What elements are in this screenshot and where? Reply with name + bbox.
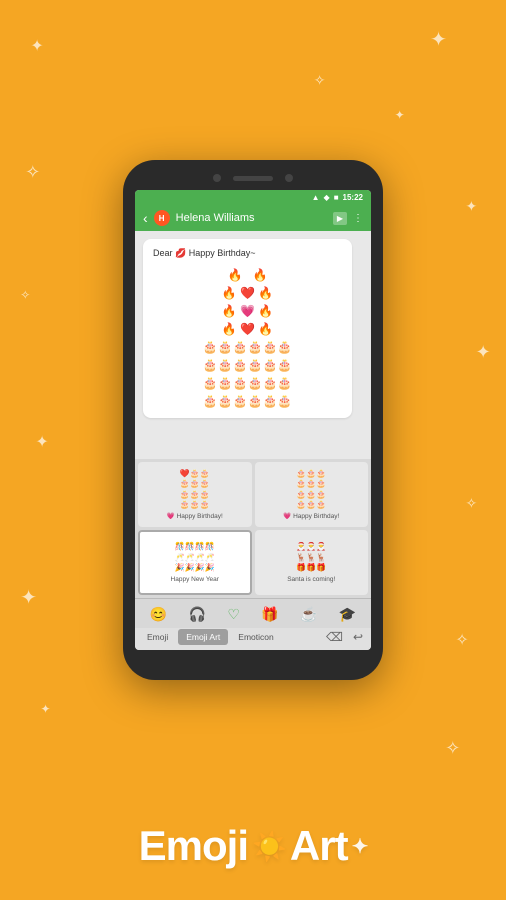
sparkle-decoration: ✦ [40, 702, 50, 716]
sparkle-decoration: ✧ [25, 162, 40, 183]
sparkle-decoration: ✧ [466, 495, 478, 512]
gallery-item-santa[interactable]: 🎅🎅🎅🦌🦌🦌🎁🎁🎁 Santa is coming! [255, 530, 369, 595]
status-time: 15:22 [343, 193, 363, 202]
sparkle-decoration: ✦ [35, 432, 48, 452]
gallery-emoji-birthday1: ❤️🎂🎂🎂🎂🎂🎂🎂🎂🎂🎂🎂 [180, 469, 210, 511]
gallery-emoji-santa: 🎅🎅🎅🦌🦌🦌🎁🎁🎁 [296, 542, 326, 573]
gallery-label-birthday1: 💗 Happy Birthday! [167, 512, 223, 520]
phone-shell: ▲ ◆ ■ 15:22 ‹ H Helena Williams ▶ ⋮ Dear… [123, 160, 383, 680]
emoji-row-5: 🎂🎂🎂🎂🎂🎂 [153, 338, 342, 356]
contact-avatar: H [154, 210, 170, 226]
menu-icon[interactable]: ⋮ [353, 213, 363, 224]
gallery-emoji-newyear: 🎊🎊🎊🎊🥂🥂🥂🥂🎉🎉🎉🎉 [175, 542, 215, 573]
chat-header: ‹ H Helena Williams ▶ ⋮ [135, 205, 371, 231]
sparkle-decoration: ✦ [430, 27, 447, 52]
app-title-text2: Art [290, 822, 348, 870]
bottom-branding: Emoji ☀️ Art ✦ [0, 822, 506, 870]
sparkle-decoration: ✧ [20, 288, 30, 302]
gallery-label-birthday2: 💗 Happy Birthday! [283, 512, 339, 520]
title-sparkle-icon: ✦ [352, 834, 368, 859]
gallery-label-santa: Santa is coming! [287, 576, 335, 583]
gallery-item-birthday1[interactable]: ❤️🎂🎂🎂🎂🎂🎂🎂🎂🎂🎂🎂 💗 Happy Birthday! [138, 462, 252, 527]
phone-speaker [233, 176, 273, 181]
emoji-row-7: 🎂🎂🎂🎂🎂🎂 [153, 374, 342, 392]
emoji-row-4: 🔥 ❤️ 🔥 [153, 320, 342, 338]
sparkle-decoration: ✦ [395, 108, 405, 122]
emoji-face-icon[interactable]: 😊 [146, 604, 171, 625]
sparkle-decoration: ✦ [20, 585, 37, 610]
video-call-icon[interactable]: ▶ [333, 212, 347, 225]
cup-icon[interactable]: ☕ [296, 604, 321, 625]
sparkle-decoration: ✧ [314, 72, 326, 89]
sparkle-decoration: ✦ [476, 342, 491, 363]
sparkle-decoration: ✦ [30, 36, 43, 56]
contact-name: Helena Williams [176, 212, 327, 224]
battery-icon: ■ [334, 193, 339, 202]
app-title-text: Emoji [139, 822, 248, 870]
wifi-icon: ◆ [324, 193, 330, 202]
heart-icon[interactable]: ♡ [223, 604, 244, 625]
keyboard-icon-row: 😊 🎧 ♡ 🎁 ☕ 🎓 [135, 598, 371, 628]
gallery-label-newyear: Happy New Year [171, 576, 219, 583]
sparkle-decoration: ✦ [466, 198, 478, 215]
emoji-row-6: 🎂🎂🎂🎂🎂🎂 [153, 356, 342, 374]
message-bubble: Dear 💋 Happy Birthday~ 🔥 🔥 🔥 ❤️ 🔥 🔥 💗 🔥 … [143, 239, 352, 418]
header-action-icons: ▶ ⋮ [333, 212, 363, 225]
headphone-icon[interactable]: 🎧 [185, 604, 210, 625]
message-greeting: Dear 💋 Happy Birthday~ [153, 247, 342, 260]
emoji-row-8: 🎂🎂🎂🎂🎂🎂 [153, 392, 342, 410]
sun-icon: ☀️ [252, 830, 286, 863]
phone-top-bar [135, 172, 371, 184]
tab-emoji[interactable]: Emoji [139, 629, 176, 645]
enter-button[interactable]: ↩ [349, 628, 367, 646]
keyboard-tab-bar: Emoji Emoji Art Emoticon ⌫ ↩ [135, 628, 371, 650]
gallery-item-newyear[interactable]: 🎊🎊🎊🎊🥂🥂🥂🥂🎉🎉🎉🎉 Happy New Year [138, 530, 252, 595]
signal-icon: ▲ [312, 193, 320, 202]
gallery-emoji-birthday2: 🎂🎂🎂🎂🎂🎂🎂🎂🎂🎂🎂🎂 [296, 469, 326, 511]
phone-camera-right [285, 174, 293, 182]
back-button[interactable]: ‹ [143, 210, 148, 226]
sparkle-decoration: ✧ [455, 630, 468, 650]
tab-emoji-art[interactable]: Emoji Art [178, 629, 228, 645]
phone-screen: ▲ ◆ ■ 15:22 ‹ H Helena Williams ▶ ⋮ Dear… [135, 190, 371, 650]
graduate-icon[interactable]: 🎓 [335, 604, 360, 625]
app-title: Emoji ☀️ Art ✦ [0, 822, 506, 870]
status-bar: ▲ ◆ ■ 15:22 [135, 190, 371, 205]
emoji-row-2: 🔥 ❤️ 🔥 [153, 284, 342, 302]
emoji-row-3: 🔥 💗 🔥 [153, 302, 342, 320]
emoji-art-gallery: ❤️🎂🎂🎂🎂🎂🎂🎂🎂🎂🎂🎂 💗 Happy Birthday! 🎂🎂🎂🎂🎂🎂🎂🎂… [135, 459, 371, 598]
chat-area: Dear 💋 Happy Birthday~ 🔥 🔥 🔥 ❤️ 🔥 🔥 💗 🔥 … [135, 231, 371, 459]
delete-button[interactable]: ⌫ [322, 628, 347, 646]
emoji-row-1: 🔥 🔥 [153, 266, 342, 284]
tab-emoticon[interactable]: Emoticon [230, 629, 281, 645]
gift-icon[interactable]: 🎁 [257, 604, 282, 625]
sparkle-decoration: ✧ [445, 738, 460, 759]
emoji-art-content: 🔥 🔥 🔥 ❤️ 🔥 🔥 💗 🔥 🔥 ❤️ 🔥 🎂🎂🎂🎂🎂🎂 🎂🎂🎂🎂🎂🎂 🎂🎂… [153, 266, 342, 410]
phone-camera [213, 174, 221, 182]
gallery-item-birthday2[interactable]: 🎂🎂🎂🎂🎂🎂🎂🎂🎂🎂🎂🎂 💗 Happy Birthday! [255, 462, 369, 527]
